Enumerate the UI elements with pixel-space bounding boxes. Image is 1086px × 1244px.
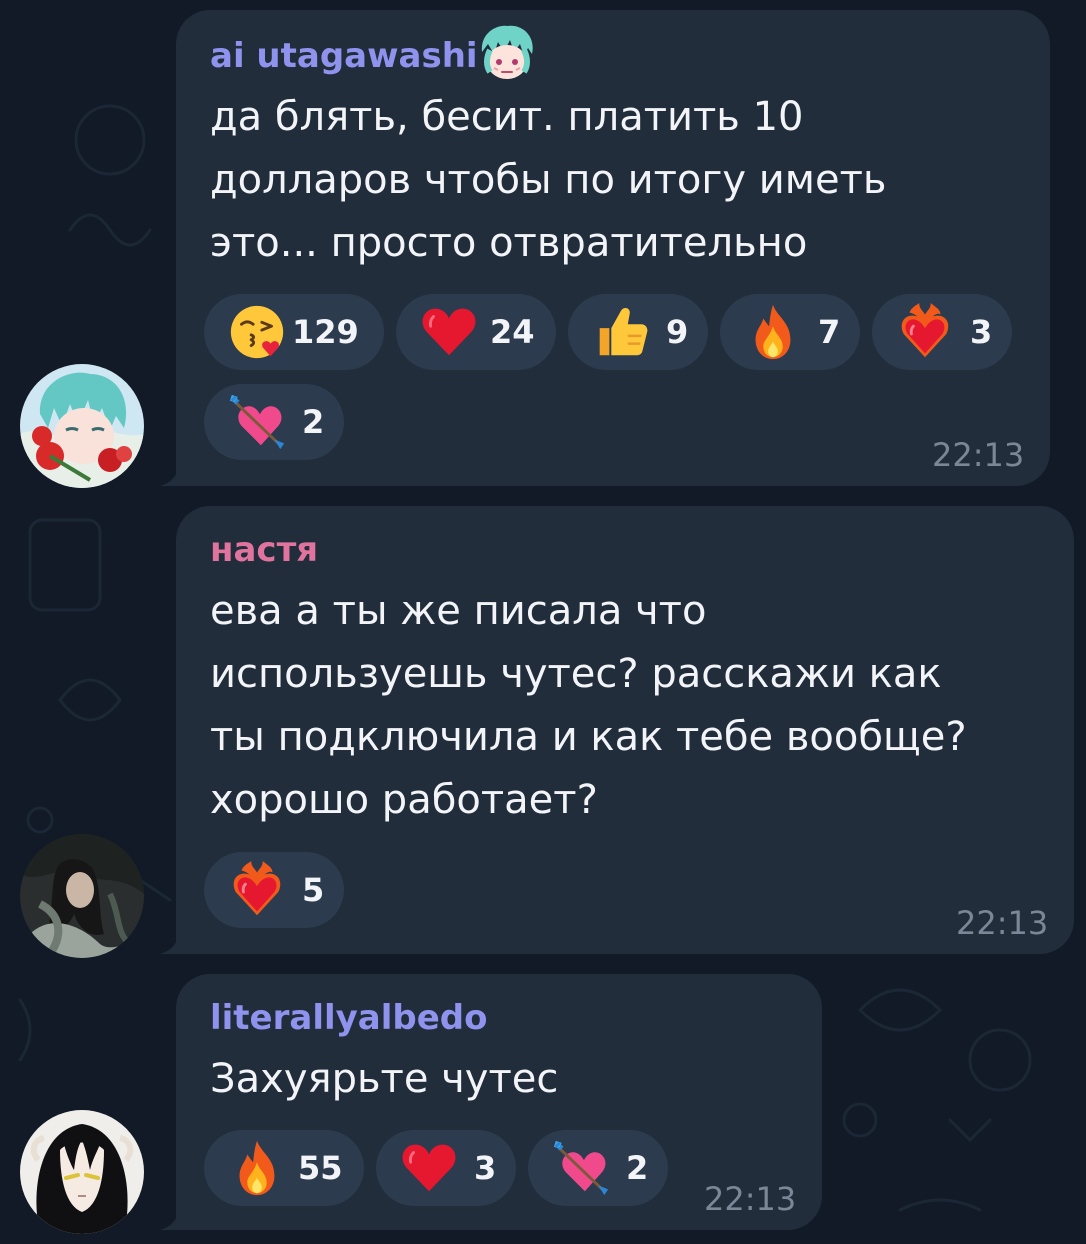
reaction-count: 2 (626, 1149, 649, 1187)
kissing-heart-emoji-icon (226, 301, 288, 363)
reaction-heart-on-fire[interactable]: 3 (872, 294, 1012, 370)
reaction-heart-on-fire[interactable]: 5 (204, 852, 344, 928)
red-heart-emoji-icon (398, 1137, 460, 1199)
sender-name[interactable]: настя (210, 530, 318, 570)
message-text: ева а ты же писала что используешь чутес… (210, 580, 967, 832)
message-text: Захуярьте чутес (210, 1048, 558, 1111)
heart-on-fire-emoji-icon (894, 301, 956, 363)
reaction-heart-with-arrow[interactable]: 2 (528, 1130, 668, 1206)
reaction-count: 3 (474, 1149, 497, 1187)
reaction-heart[interactable]: 24 (396, 294, 556, 370)
reaction-kiss[interactable]: 129 (204, 294, 384, 370)
reaction-count: 5 (302, 871, 325, 909)
reaction-thumbs-up[interactable]: 9 (568, 294, 708, 370)
sender-name[interactable]: ai utagawashi (210, 36, 478, 76)
user-avatar-image (20, 834, 144, 958)
reaction-count: 7 (818, 313, 841, 351)
message-text-line: Захуярьте чутес (210, 1056, 559, 1102)
message-timestamp: 22:13 (704, 1180, 797, 1218)
thumbs-up-emoji-icon (590, 301, 652, 363)
anime-avatar-emoji-icon (481, 25, 533, 79)
message-text-line: да блять, бесит. платить 10 (210, 94, 804, 140)
reaction-count: 3 (970, 313, 993, 351)
message-text-line: используешь чутес? расскажи как (210, 651, 942, 697)
user-avatar-image (20, 364, 144, 488)
message-timestamp: 22:13 (956, 904, 1049, 942)
fire-emoji-icon (742, 301, 804, 363)
reaction-fire[interactable]: 55 (204, 1130, 364, 1206)
message-text-line: долларов чтобы по итогу иметь (210, 157, 887, 203)
reaction-count: 129 (292, 313, 359, 351)
avatar[interactable] (20, 1110, 144, 1234)
message-text-line: хорошо работает? (210, 777, 598, 823)
avatar[interactable] (20, 834, 144, 958)
avatar[interactable] (20, 364, 144, 488)
heart-with-arrow-emoji-icon (226, 391, 288, 453)
reaction-count: 2 (302, 403, 325, 441)
reaction-fire[interactable]: 7 (720, 294, 860, 370)
reaction-count: 24 (490, 313, 535, 351)
user-avatar-image (20, 1110, 144, 1234)
heart-with-arrow-emoji-icon (550, 1137, 612, 1199)
message-text-line: ты подключила и как тебе вообще? (210, 714, 967, 760)
reaction-heart-with-arrow[interactable]: 2 (204, 384, 344, 460)
fire-emoji-icon (226, 1137, 288, 1199)
heart-on-fire-emoji-icon (226, 859, 288, 921)
message-text-line: ева а ты же писала что (210, 588, 707, 634)
message-timestamp: 22:13 (932, 436, 1025, 474)
red-heart-emoji-icon (418, 301, 480, 363)
message-text: да блять, бесит. платить 10 долларов что… (210, 86, 886, 275)
reaction-count: 55 (298, 1149, 343, 1187)
reaction-count: 9 (666, 313, 689, 351)
sender-name[interactable]: literallyalbedo (210, 998, 488, 1038)
reaction-heart[interactable]: 3 (376, 1130, 516, 1206)
message-text-line: это... просто отвратительно (210, 220, 808, 266)
